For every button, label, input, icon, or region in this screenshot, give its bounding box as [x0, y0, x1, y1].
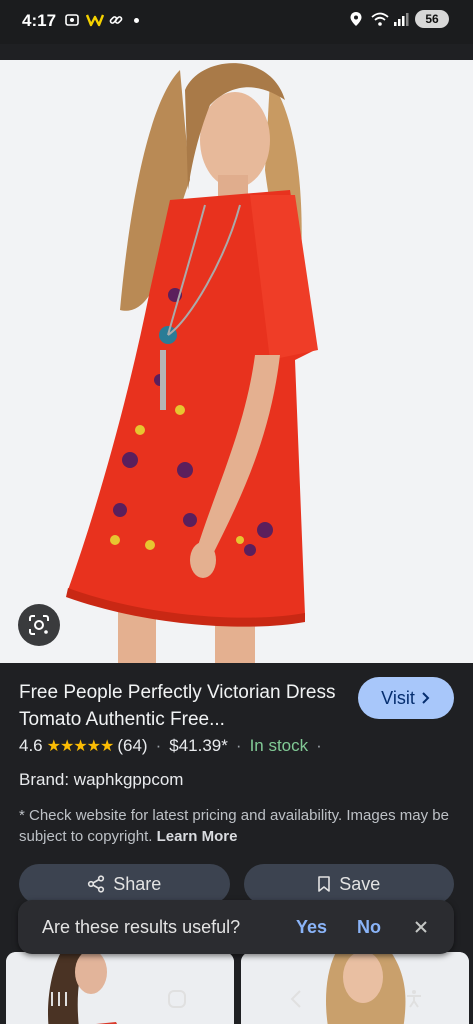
feedback-yes-button[interactable]: Yes	[296, 917, 327, 938]
accessibility-button[interactable]	[394, 979, 434, 1019]
recent-apps-button[interactable]	[39, 979, 79, 1019]
wifi-icon	[371, 11, 389, 27]
share-button[interactable]: Share	[19, 864, 230, 904]
feedback-close-button[interactable]	[411, 917, 431, 937]
feedback-toast: Are these results useful? Yes No	[18, 900, 454, 954]
product-title[interactable]: Free People Perfectly Victorian Dress To…	[19, 679, 339, 733]
screenshot-icon	[64, 12, 80, 28]
bookmark-icon	[318, 876, 331, 892]
separator-dot: ·	[235, 736, 242, 755]
product-meta-row: 4.6 ★★★★★ (64) · $41.39* · In stock ·	[19, 736, 326, 756]
product-info-panel: Free People Perfectly Victorian Dress To…	[0, 663, 473, 933]
share-icon	[88, 875, 105, 893]
save-label: Save	[339, 873, 381, 894]
learn-more-link[interactable]: Learn More	[157, 828, 238, 845]
save-button[interactable]: Save	[243, 864, 454, 904]
system-nav-bar	[0, 974, 473, 1024]
disclaimer-text: * Check website for latest pricing and a…	[19, 805, 459, 847]
separator-dot: ·	[316, 736, 322, 755]
rating-stars: ★★★★★	[46, 738, 115, 755]
recents-icon	[51, 992, 68, 1006]
close-icon	[415, 921, 427, 933]
status-bar: 4:17 56	[0, 0, 473, 44]
share-label: Share	[113, 873, 162, 894]
home-button[interactable]	[157, 979, 197, 1019]
feedback-no-button[interactable]: No	[357, 917, 381, 938]
status-time: 4:17	[22, 11, 57, 30]
stock-status: In stock	[249, 736, 309, 755]
signal-icon	[393, 11, 409, 27]
review-count[interactable]: (64)	[117, 736, 147, 756]
brand-label: Brand: waphkgppcom	[19, 770, 184, 789]
status-notification-icons	[64, 12, 139, 28]
location-icon	[349, 11, 365, 27]
home-icon	[168, 990, 187, 1008]
visit-label: Visit	[381, 687, 415, 708]
action-buttons: Share Save	[19, 864, 454, 904]
separator-dot: ·	[155, 736, 162, 755]
w-app-icon	[85, 12, 105, 28]
back-button[interactable]	[276, 979, 316, 1019]
product-image[interactable]	[0, 60, 473, 663]
model-in-red-dress-illustration	[0, 60, 473, 663]
rating-value: 4.6	[19, 736, 43, 755]
more-notifications-dot	[134, 17, 139, 23]
battery-indicator: 56	[415, 10, 449, 28]
screen: 4:17 56 Free People Perfectly Victorian …	[0, 0, 473, 1024]
accessibility-icon	[406, 990, 421, 1008]
lens-icon	[29, 615, 49, 635]
status-system-icons: 56	[349, 10, 449, 28]
link-icon	[108, 12, 124, 28]
feedback-question: Are these results useful?	[42, 916, 241, 937]
price: $41.39*	[169, 736, 228, 755]
google-lens-button[interactable]	[18, 604, 60, 646]
back-chevron-icon	[290, 990, 301, 1008]
chevron-right-icon	[422, 692, 430, 704]
visit-button[interactable]: Visit	[358, 677, 454, 719]
